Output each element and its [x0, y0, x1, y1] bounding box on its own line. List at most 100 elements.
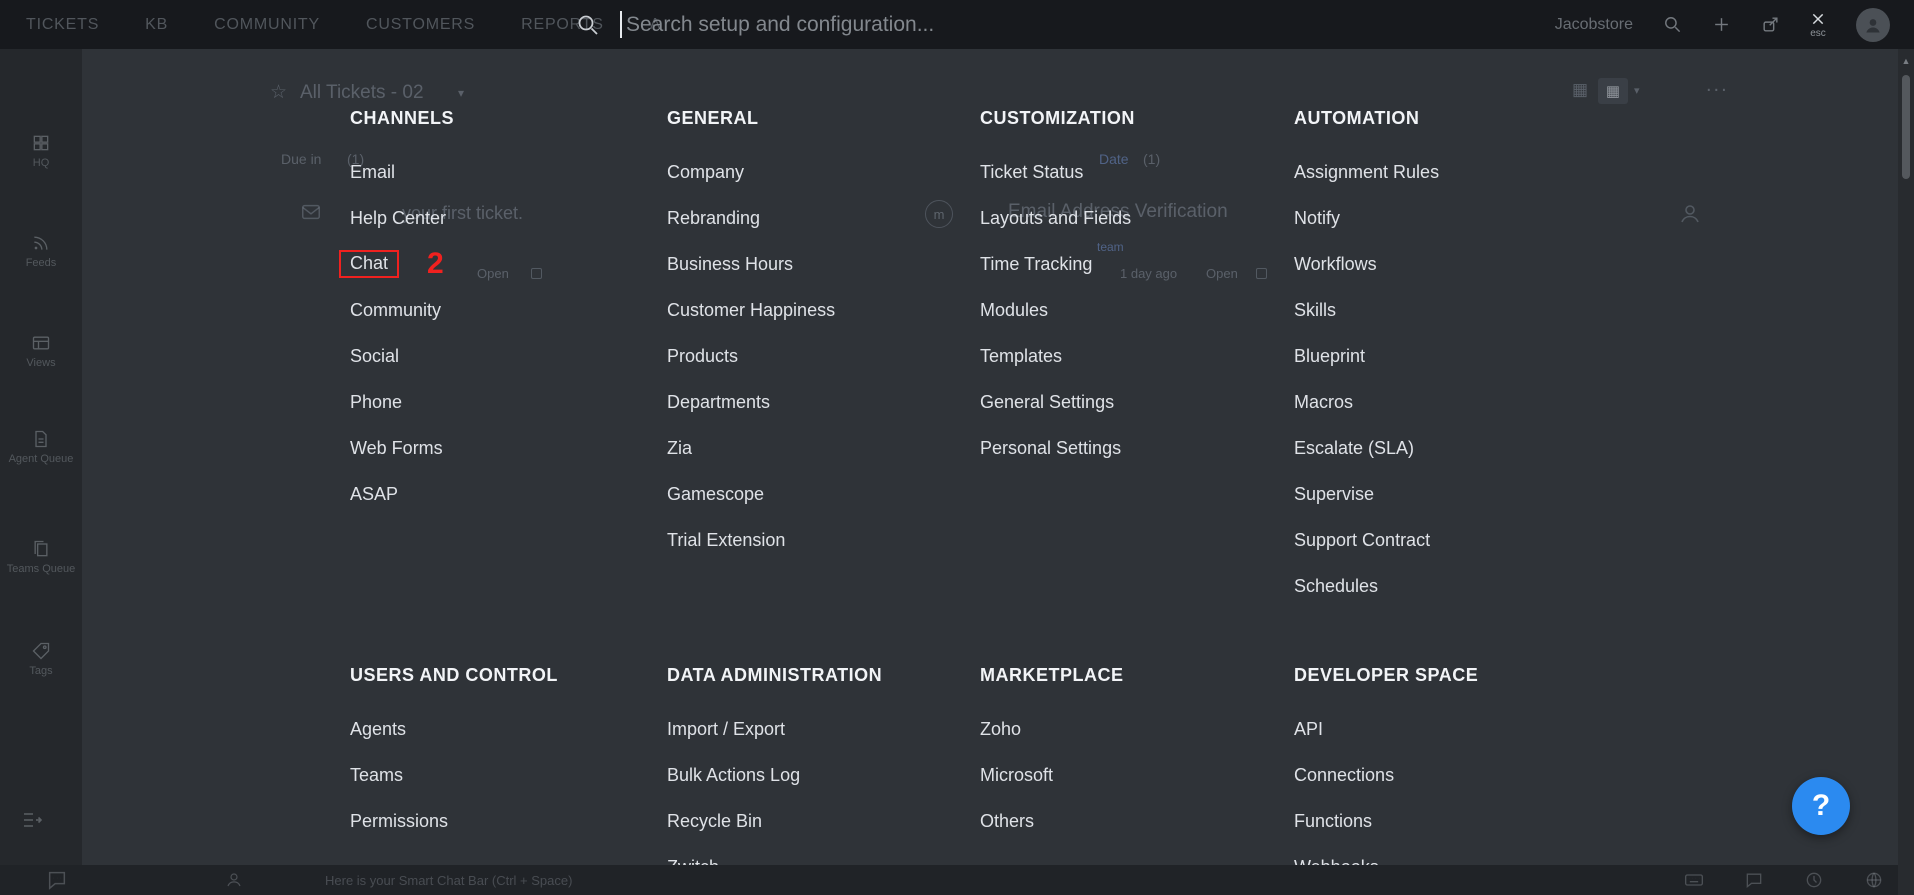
menu-item-notify[interactable]: Notify	[1294, 195, 1594, 241]
menu-item-community[interactable]: Community	[350, 287, 650, 333]
nav-item-customers[interactable]: CUSTOMERS	[366, 16, 475, 34]
section-title: CHANNELS	[350, 95, 650, 141]
annotation-highlight-box: Chat	[339, 250, 399, 278]
sidebar-item-feeds[interactable]: Feeds	[0, 233, 82, 269]
menu-item-supervise[interactable]: Supervise	[1294, 471, 1594, 517]
menu-item-others[interactable]: Others	[980, 798, 1280, 844]
add-new-icon[interactable]	[1712, 15, 1731, 34]
setup-search-input[interactable]: Search setup and configuration...	[576, 0, 934, 49]
agent-queue-icon	[31, 429, 51, 449]
menu-item-layouts-and-fields[interactable]: Layouts and Fields	[980, 195, 1280, 241]
sidebar-item-label: Tags	[0, 665, 82, 677]
contact-person-icon[interactable]	[225, 871, 243, 889]
user-avatar[interactable]	[1856, 8, 1890, 42]
help-button[interactable]: ?	[1792, 777, 1850, 835]
menu-item-customer-happiness[interactable]: Customer Happiness	[667, 287, 967, 333]
menu-section-general: GENERAL Company Rebranding Business Hour…	[667, 95, 967, 563]
nav-item-community[interactable]: COMMUNITY	[214, 16, 320, 34]
chat-widget-icon[interactable]	[46, 869, 68, 891]
menu-item-zia[interactable]: Zia	[667, 425, 967, 471]
sidebar-item-tags[interactable]: Tags	[0, 641, 82, 677]
menu-item-blueprint[interactable]: Blueprint	[1294, 333, 1594, 379]
menu-section-developer-space: DEVELOPER SPACE API Connections Function…	[1294, 652, 1594, 890]
menu-item-support-contract[interactable]: Support Contract	[1294, 517, 1594, 563]
menu-item-gamescope[interactable]: Gamescope	[667, 471, 967, 517]
menu-section-channels: CHANNELS Email Help Center Chat 2 Commun…	[350, 95, 650, 517]
menu-item-help-center[interactable]: Help Center	[350, 195, 650, 241]
nav-item-tickets[interactable]: TICKETS	[26, 16, 99, 34]
menu-item-web-forms[interactable]: Web Forms	[350, 425, 650, 471]
menu-item-workflows[interactable]: Workflows	[1294, 241, 1594, 287]
sidebar-item-agent-queue[interactable]: Agent Queue	[0, 429, 82, 465]
sidebar-item-label: HQ	[0, 157, 82, 169]
collapse-arrow-icon	[20, 808, 44, 832]
menu-item-time-tracking[interactable]: Time Tracking	[980, 241, 1280, 287]
history-clock-icon[interactable]	[1804, 870, 1824, 890]
menu-item-departments[interactable]: Departments	[667, 379, 967, 425]
nav-item-kb[interactable]: KB	[145, 16, 168, 34]
menu-item-ticket-status[interactable]: Ticket Status	[980, 149, 1280, 195]
vertical-scrollbar[interactable]: ▲	[1898, 49, 1914, 895]
menu-item-api[interactable]: API	[1294, 706, 1594, 752]
menu-section-automation: AUTOMATION Assignment Rules Notify Workf…	[1294, 95, 1594, 609]
section-title: USERS AND CONTROL	[350, 652, 650, 698]
menu-item-agents[interactable]: Agents	[350, 706, 650, 752]
menu-item-general-settings[interactable]: General Settings	[980, 379, 1280, 425]
menu-item-asap[interactable]: ASAP	[350, 471, 650, 517]
keyboard-icon[interactable]	[1684, 870, 1704, 890]
menu-item-connections[interactable]: Connections	[1294, 752, 1594, 798]
envelope-icon	[300, 201, 322, 223]
menu-item-modules[interactable]: Modules	[980, 287, 1280, 333]
search-icon[interactable]	[1663, 15, 1682, 34]
menu-item-permissions[interactable]: Permissions	[350, 798, 650, 844]
globe-icon[interactable]	[1864, 870, 1884, 890]
close-overlay-button[interactable]: esc	[1810, 11, 1826, 39]
share-icon[interactable]	[1761, 15, 1780, 34]
help-question-icon: ?	[1812, 789, 1830, 823]
menu-item-functions[interactable]: Functions	[1294, 798, 1594, 844]
menu-item-assignment-rules[interactable]: Assignment Rules	[1294, 149, 1594, 195]
bottom-chat-bar: Here is your Smart Chat Bar (Ctrl + Spac…	[0, 865, 1898, 895]
views-icon	[31, 333, 51, 353]
scroll-up-arrow-icon[interactable]: ▲	[1898, 56, 1914, 66]
sidebar-item-views[interactable]: Views	[0, 333, 82, 369]
menu-item-microsoft[interactable]: Microsoft	[980, 752, 1280, 798]
menu-item-phone[interactable]: Phone	[350, 379, 650, 425]
menu-item-schedules[interactable]: Schedules	[1294, 563, 1594, 609]
menu-item-escalate-sla[interactable]: Escalate (SLA)	[1294, 425, 1594, 471]
star-icon: ☆	[270, 81, 287, 104]
sidebar-item-hq[interactable]: HQ	[0, 133, 82, 169]
menu-item-personal-settings[interactable]: Personal Settings	[980, 425, 1280, 471]
sidebar-item-teams-queue[interactable]: Teams Queue	[0, 539, 82, 575]
menu-item-rebranding[interactable]: Rebranding	[667, 195, 967, 241]
menu-item-social[interactable]: Social	[350, 333, 650, 379]
menu-item-trial-extension[interactable]: Trial Extension	[667, 517, 967, 563]
search-placeholder: Search setup and configuration...	[626, 13, 934, 37]
menu-item-business-hours[interactable]: Business Hours	[667, 241, 967, 287]
menu-item-recycle-bin[interactable]: Recycle Bin	[667, 798, 967, 844]
chat-bubble-icon[interactable]	[1744, 870, 1764, 890]
menu-item-import-export[interactable]: Import / Export	[667, 706, 967, 752]
menu-item-products[interactable]: Products	[667, 333, 967, 379]
scrollbar-thumb[interactable]	[1902, 75, 1910, 179]
group-due-in-label: Due in	[281, 151, 321, 167]
menu-item-templates[interactable]: Templates	[980, 333, 1280, 379]
menu-item-bulk-actions-log[interactable]: Bulk Actions Log	[667, 752, 967, 798]
left-module-sidebar: HQ Feeds Views Agent Queue Teams Queue T…	[0, 49, 82, 865]
menu-item-skills[interactable]: Skills	[1294, 287, 1594, 333]
text-cursor	[620, 11, 622, 38]
menu-item-macros[interactable]: Macros	[1294, 379, 1594, 425]
org-name[interactable]: Jacobstore	[1555, 16, 1633, 34]
table-view-icon: ▦	[1606, 82, 1620, 100]
section-title: AUTOMATION	[1294, 95, 1594, 141]
menu-item-zoho[interactable]: Zoho	[980, 706, 1280, 752]
menu-item-chat[interactable]: Chat 2	[350, 241, 650, 287]
menu-section-customization: CUSTOMIZATION Ticket Status Layouts and …	[980, 95, 1280, 471]
smart-chat-bar-hint: Here is your Smart Chat Bar (Ctrl + Spac…	[325, 873, 572, 888]
menu-section-marketplace: MARKETPLACE Zoho Microsoft Others	[980, 652, 1280, 844]
menu-item-email[interactable]: Email	[350, 149, 650, 195]
teams-queue-icon	[31, 539, 51, 559]
menu-item-teams[interactable]: Teams	[350, 752, 650, 798]
menu-item-company[interactable]: Company	[667, 149, 967, 195]
sidebar-collapse-button[interactable]	[20, 808, 44, 832]
